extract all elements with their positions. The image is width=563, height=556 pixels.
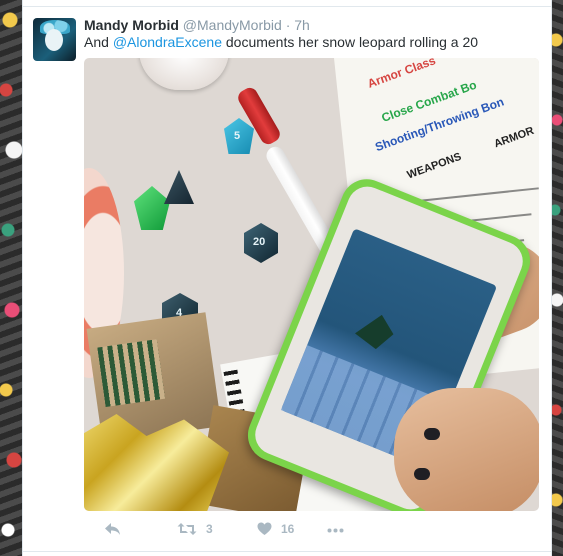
retweet-count: 3: [206, 522, 213, 536]
tweet-text: And @AlondraExcene documents her snow le…: [84, 33, 478, 51]
screen-die-icon: [352, 308, 398, 353]
die-number: 5: [234, 130, 241, 142]
die-dark-icon: [164, 170, 194, 204]
die-green-icon: [134, 186, 170, 230]
card-divider: [23, 6, 551, 7]
sheet-heading-weapons: WEAPONS: [405, 150, 464, 182]
glass-shape: [139, 58, 229, 90]
wrapper-stripe: [97, 339, 166, 408]
tweet-photo[interactable]: Armor Class Close Combat Bo Shooting/Thr…: [84, 58, 539, 511]
hand-bottom: [394, 388, 539, 511]
more-dots-icon: [327, 528, 344, 533]
tweet-text-end: documents her snow leopard rolling a 20: [221, 34, 479, 50]
fingernail: [424, 428, 440, 440]
timestamp[interactable]: 7h: [294, 17, 310, 33]
die-number: 20: [253, 236, 266, 248]
like-count: 16: [281, 522, 295, 536]
tweet-text-start: And: [84, 34, 113, 50]
mention-link[interactable]: @AlondraExcene: [113, 34, 222, 50]
more-button[interactable]: [327, 528, 344, 533]
retweet-icon: [177, 522, 197, 536]
reply-icon: [104, 522, 121, 536]
display-name[interactable]: Mandy Morbid: [84, 17, 179, 33]
avatar-face: [45, 29, 63, 51]
avatar[interactable]: [33, 18, 76, 61]
sheet-heading-armor-class: Armor Class: [365, 58, 438, 91]
tweet-card[interactable]: Mandy Morbid @MandyMorbid · 7h And @Alon…: [22, 0, 552, 556]
die-d20-icon: 20: [244, 223, 278, 263]
sheet-heading-armor: ARMOR: [492, 124, 536, 151]
separator-dot: ·: [285, 17, 291, 33]
username[interactable]: @MandyMorbid: [183, 17, 282, 33]
die-blue-icon: 5: [224, 118, 254, 154]
retweet-button[interactable]: 3: [177, 522, 213, 536]
background-wallpaper-left: [0, 0, 22, 556]
tweet-header: Mandy Morbid @MandyMorbid · 7h: [84, 16, 310, 34]
tweet-actions: 3 16: [84, 522, 384, 542]
fingernail: [414, 468, 430, 480]
heart-icon: [257, 522, 272, 536]
like-button[interactable]: 16: [257, 522, 294, 536]
card-divider-bottom: [23, 551, 551, 552]
reply-button[interactable]: [104, 522, 121, 536]
